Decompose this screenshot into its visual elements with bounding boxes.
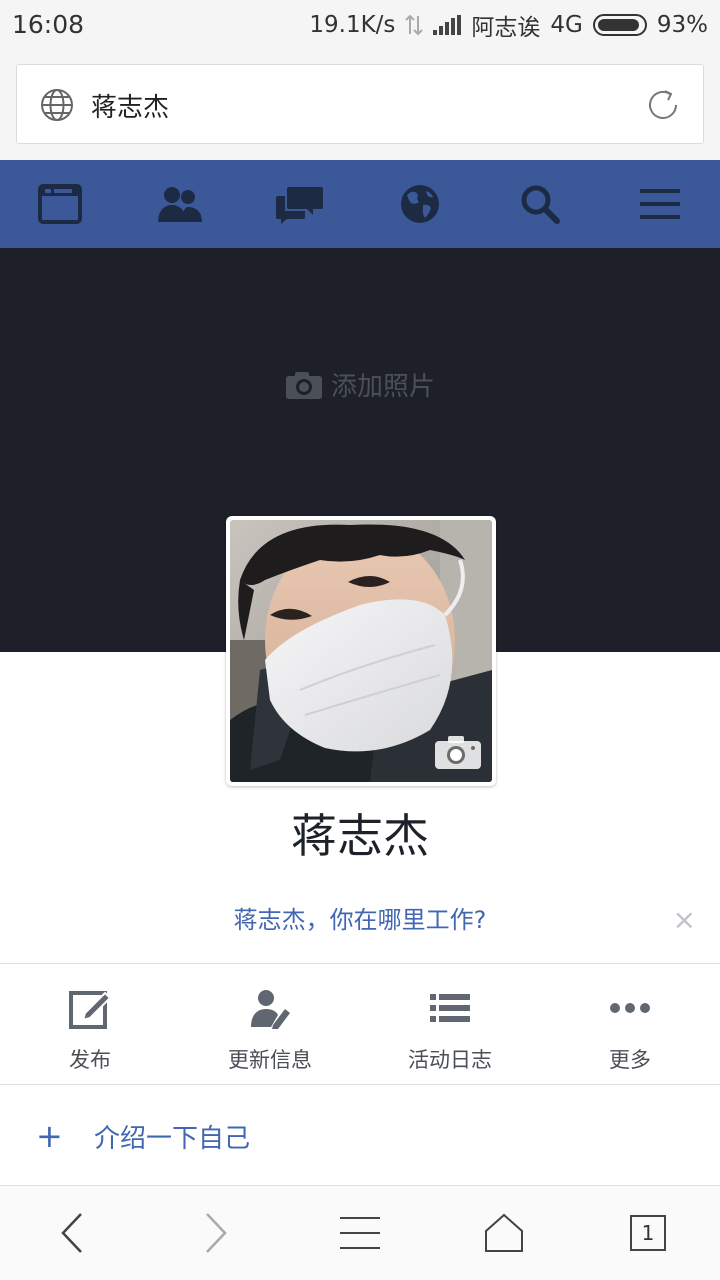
add-photo-label: 添加照片 (330, 372, 435, 402)
more-icon (610, 1003, 650, 1013)
plus-icon: + (36, 1117, 63, 1155)
browser-address-area: 蒋志杰 (0, 50, 720, 160)
menu-icon (640, 189, 680, 219)
status-indicators: 19.1K/s 阿志诶 4G 93% (309, 10, 708, 41)
facebook-nav-bar (0, 160, 720, 248)
carrier-name: 阿志诶 (471, 15, 541, 41)
browser-bottom-bar: 1 (0, 1186, 720, 1280)
back-button[interactable] (0, 1186, 144, 1280)
network-type: 4G (550, 12, 583, 38)
nav-notifications[interactable] (360, 160, 480, 248)
home-button[interactable] (432, 1186, 576, 1280)
battery-percent: 93% (656, 12, 708, 38)
address-text: 蒋志杰 (91, 93, 170, 123)
change-photo-camera-icon[interactable] (434, 734, 482, 770)
profile-picture[interactable] (226, 516, 496, 786)
activity-log-icon (430, 994, 470, 1022)
globe-icon (41, 89, 73, 121)
menu-icon (340, 1217, 380, 1249)
activity-log-button[interactable]: 活动日志 (360, 964, 540, 1084)
notifications-globe-icon (401, 185, 439, 223)
camera-icon (285, 371, 322, 399)
divider (0, 1084, 720, 1085)
home-icon (485, 1213, 523, 1252)
add-intro-row[interactable]: + 介绍一下自己 (0, 1086, 720, 1186)
status-time: 16:08 (12, 10, 85, 39)
signal-icon (433, 15, 462, 35)
profile-actions: 发布 更新信息 活动日志 更多 (0, 964, 720, 1084)
update-info-button[interactable]: 更新信息 (180, 964, 360, 1084)
battery-icon (592, 14, 647, 36)
edit-icon (69, 991, 111, 1029)
dismiss-prompt-button[interactable]: × (673, 906, 696, 934)
profile-name: 蒋志杰 (291, 809, 429, 863)
data-transfer-icon (405, 14, 424, 36)
more-button[interactable]: 更多 (540, 964, 720, 1084)
tabs-button[interactable]: 1 (576, 1186, 720, 1280)
back-icon (61, 1213, 82, 1253)
add-intro-label: 介绍一下自己 (94, 1123, 251, 1154)
add-cover-photo-button[interactable]: 添加照片 (0, 366, 720, 403)
edit-profile-icon (251, 990, 290, 1029)
nav-news-feed[interactable] (0, 160, 120, 248)
reload-icon[interactable] (643, 85, 683, 125)
search-icon (521, 185, 560, 224)
messages-icon (276, 187, 323, 224)
address-bar[interactable]: 蒋志杰 (16, 64, 704, 144)
post-button[interactable]: 发布 (0, 964, 180, 1084)
forward-button[interactable] (144, 1186, 288, 1280)
work-prompt-link[interactable]: 蒋志杰，你在哪里工作? (0, 900, 720, 935)
nav-menu[interactable] (600, 160, 720, 248)
status-bar: 16:08 19.1K/s 阿志诶 4G 93% (0, 0, 720, 50)
news-feed-icon (38, 184, 82, 224)
browser-menu-button[interactable] (288, 1186, 432, 1280)
nav-search[interactable] (480, 160, 600, 248)
tabs-icon: 1 (630, 1215, 666, 1251)
profile-photo-image (230, 520, 492, 782)
network-speed: 19.1K/s (309, 12, 396, 38)
friends-icon (158, 187, 202, 222)
nav-friends[interactable] (120, 160, 240, 248)
nav-messages[interactable] (240, 160, 360, 248)
forward-icon (206, 1213, 227, 1253)
